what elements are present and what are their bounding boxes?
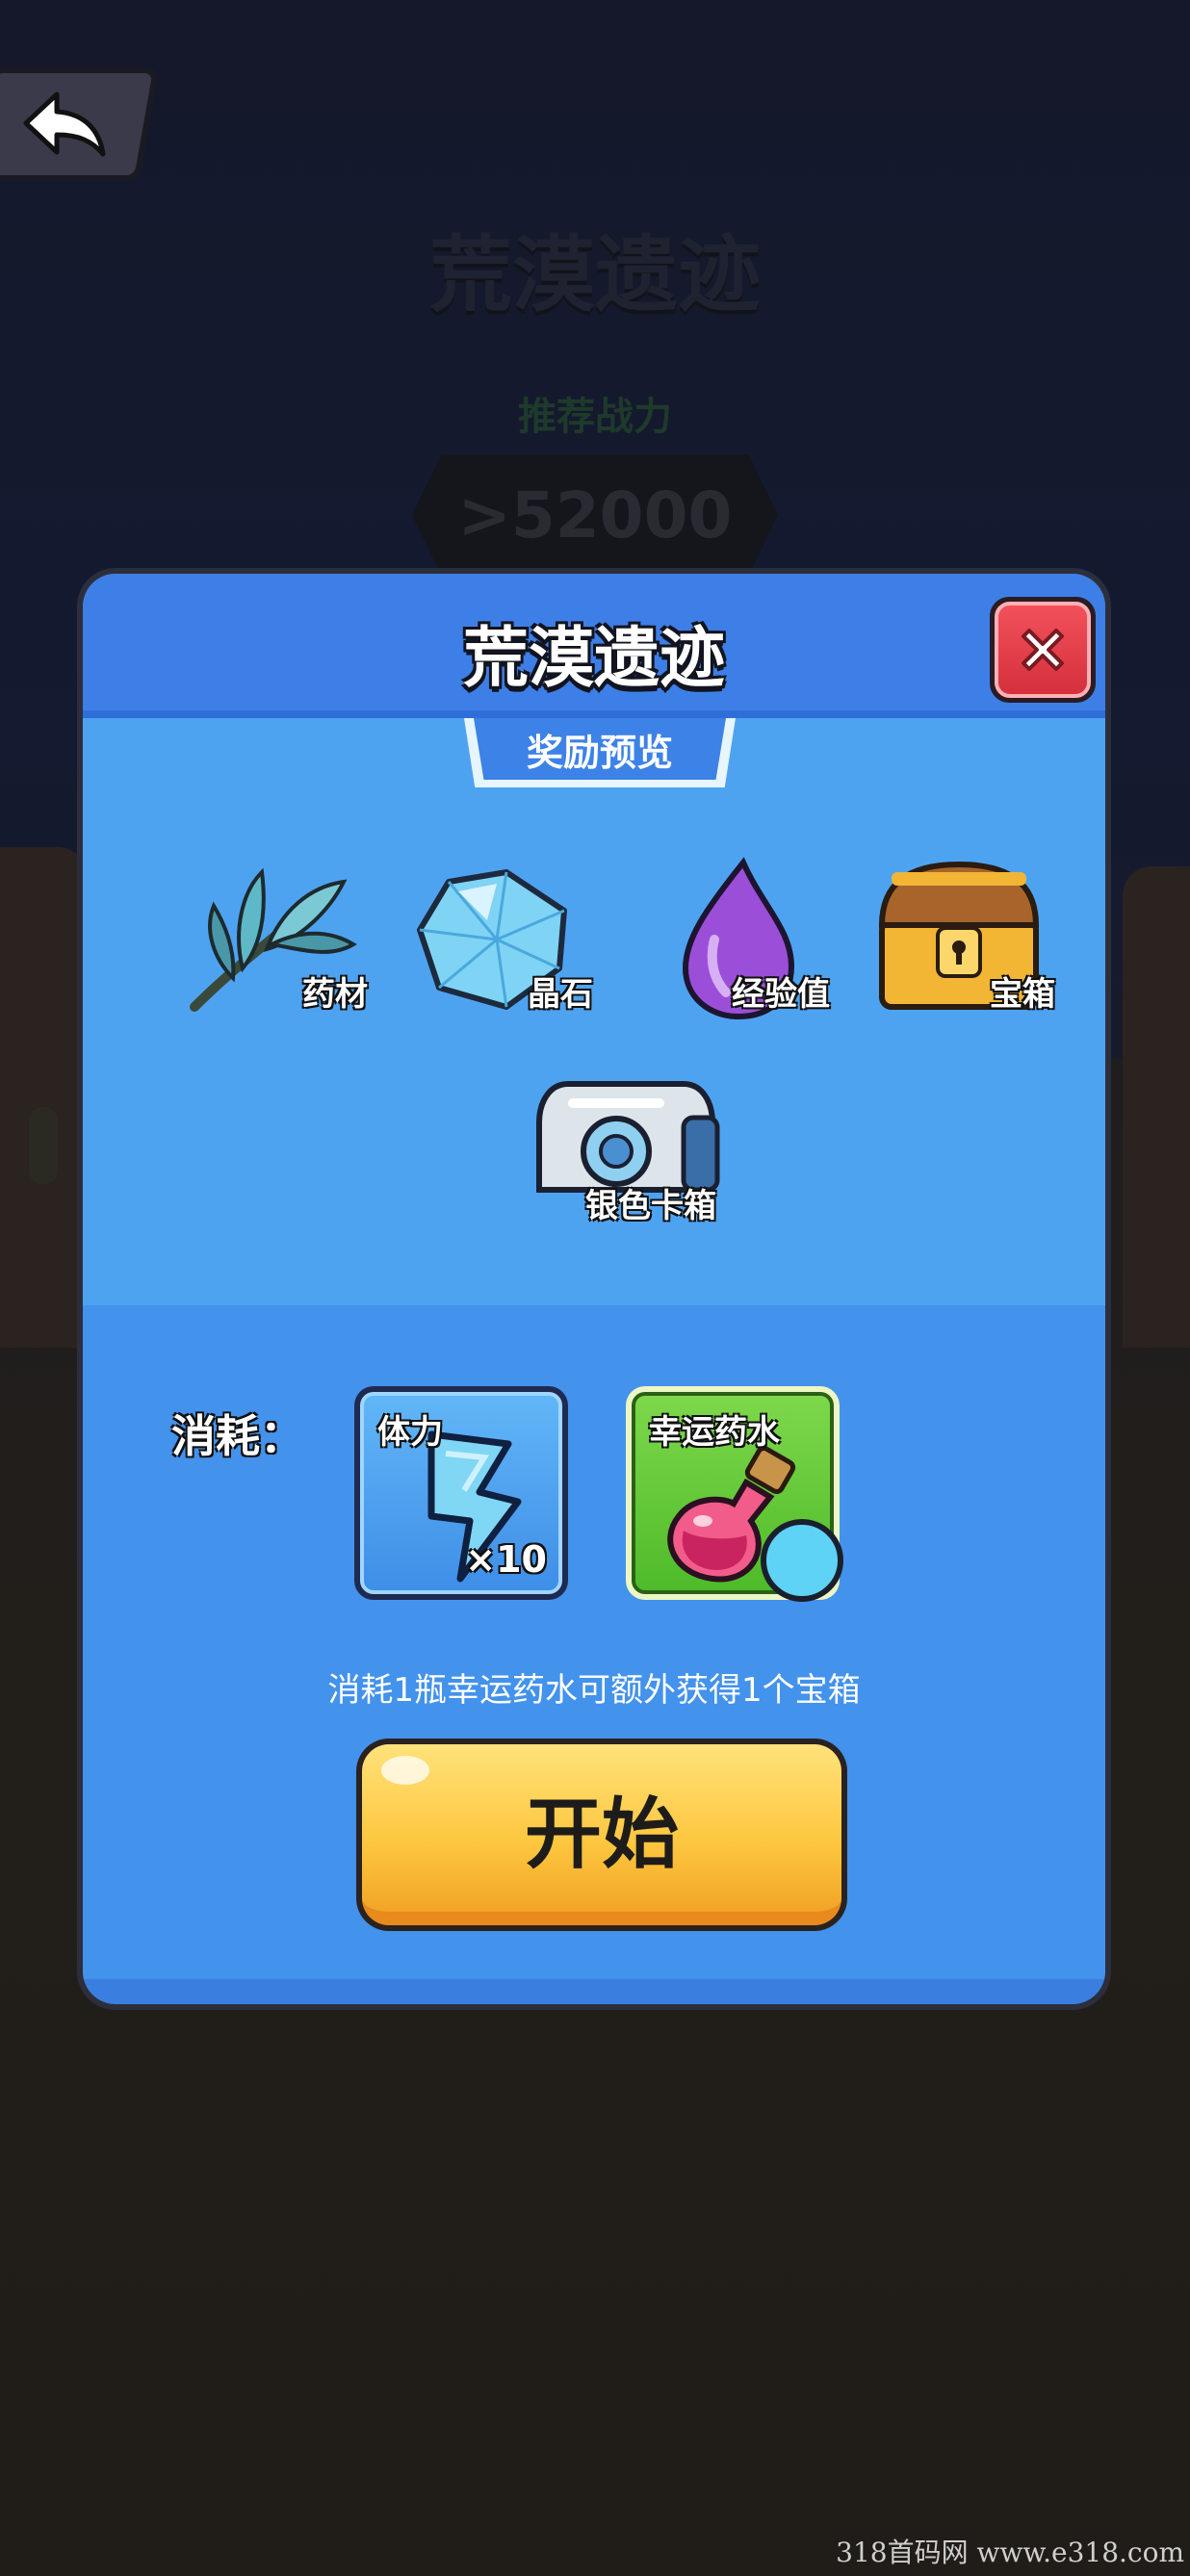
dialog-title: 荒漠遗迹 — [462, 621, 725, 697]
recommended-power-label: 推荐战力 — [518, 395, 672, 439]
stage-dialog: 荒漠遗迹 奖励预览 药材 晶石 经验值 宝箱 银色卡箱 消耗： 体力 ×10 幸… — [77, 568, 1111, 2010]
start-button-face: 开始 — [362, 1744, 841, 1925]
cost-section: 消耗： 体力 ×10 幸运药水 消耗1瓶幸运药水可额外获得1个宝箱 开始 — [83, 1305, 1105, 1979]
stamina-count: ×10 — [465, 1538, 547, 1581]
stamina-card-face: 体力 ×10 — [360, 1392, 562, 1594]
reward-item-chest[interactable]: 宝箱 — [863, 853, 1055, 1026]
reward-label: 经验值 — [732, 975, 830, 1014]
reward-item-silver-card-box[interactable]: 银色卡箱 — [510, 1065, 741, 1238]
back-button[interactable] — [0, 67, 160, 181]
background-stage-title: 荒漠遗迹 — [429, 227, 761, 323]
close-icon — [1022, 629, 1064, 671]
watermark: 318首码网 www.e318.com — [836, 2537, 1184, 2568]
start-button-label: 开始 — [525, 1790, 679, 1879]
lucky-potion-toggle[interactable] — [761, 1519, 843, 1602]
stamina-label: 体力 — [377, 1413, 443, 1452]
button-shine — [381, 1756, 429, 1785]
cost-note: 消耗1瓶幸运药水可额外获得1个宝箱 — [327, 1671, 861, 1710]
cost-card-stamina[interactable]: 体力 ×10 — [354, 1386, 568, 1600]
start-button[interactable]: 开始 — [356, 1739, 847, 1931]
reward-label: 银色卡箱 — [585, 1187, 716, 1225]
cactus-icon — [29, 1107, 58, 1184]
back-arrow-icon — [22, 91, 105, 157]
close-button-face — [995, 602, 1091, 698]
reward-preview-panel: 奖励预览 药材 晶石 经验值 宝箱 银色卡箱 — [83, 718, 1105, 1305]
dialog-body: 荒漠遗迹 奖励预览 药材 晶石 经验值 宝箱 银色卡箱 消耗： 体力 ×10 幸… — [83, 574, 1105, 2004]
recommended-power-value: >52000 — [412, 454, 778, 576]
reward-item-crystal[interactable]: 晶石 — [401, 853, 593, 1026]
close-button[interactable] — [990, 597, 1096, 703]
reward-label: 晶石 — [528, 975, 593, 1014]
background-cliff — [0, 847, 87, 1348]
reward-preview-tab: 奖励预览 — [474, 718, 726, 780]
reward-item-herb[interactable]: 药材 — [175, 853, 368, 1026]
reward-item-exp[interactable]: 经验值 — [637, 853, 830, 1026]
cost-label: 消耗： — [171, 1410, 304, 1462]
lucky-potion-label: 幸运药水 — [649, 1413, 780, 1452]
reward-label: 药材 — [302, 975, 368, 1014]
reward-label: 宝箱 — [990, 975, 1055, 1014]
background-cliff — [1123, 866, 1190, 1348]
